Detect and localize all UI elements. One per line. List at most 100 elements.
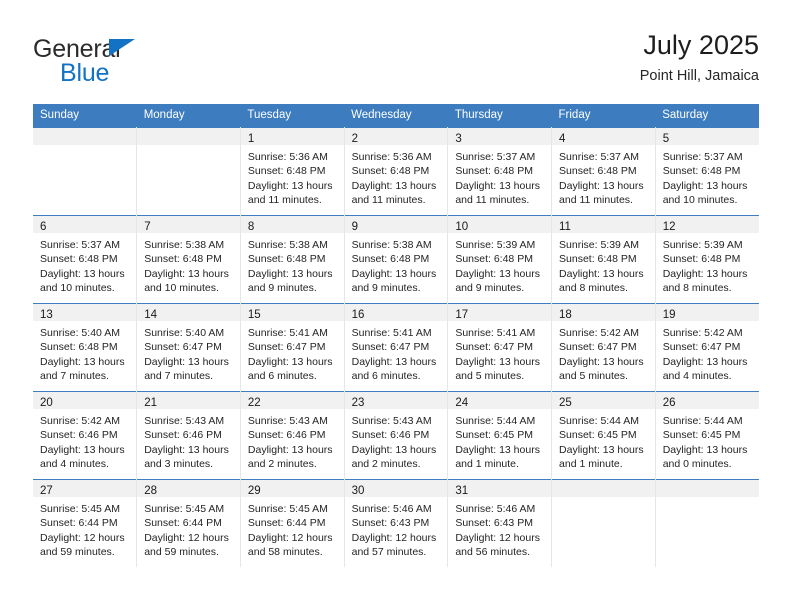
- calendar-day-cell[interactable]: 29 Sunrise: 5:45 AM Sunset: 6:44 PM Dayligh…: [240, 479, 345, 567]
- calendar-day-cell[interactable]: 31 Sunrise: 5:46 AM Sunset: 6:43 PM Dayligh…: [447, 479, 553, 567]
- calendar-day-cell[interactable]: 22 Sunrise: 5:43 AM Sunset: 6:46 PM Dayligh…: [240, 391, 345, 480]
- calendar-day-cell[interactable]: 26 Sunrise: 5:44 AM Sunset: 6:45 PM Dayligh…: [655, 391, 759, 480]
- calendar-day-cell[interactable]: 9 Sunrise: 5:38 AM Sunset: 6:48 PM Daylight…: [344, 215, 449, 304]
- daylight-text-line1: Daylight: 13 hours: [455, 355, 540, 368]
- calendar-day-cell[interactable]: 2 Sunrise: 5:36 AM Sunset: 6:48 PM Daylight…: [344, 127, 449, 216]
- day-number-band: 12: [655, 216, 759, 233]
- calendar-head: Sunday Monday Tuesday Wednesday Thursday Frid…: [33, 104, 759, 128]
- calendar-day-cell[interactable]: 5 Sunrise: 5:37 AM Sunset: 6:48 PM Daylight…: [655, 127, 759, 216]
- daylight-text-line2: and 0 minutes.: [662, 458, 732, 471]
- daylight-text-line2: and 5 minutes.: [559, 370, 628, 383]
- daylight-text-line1: Daylight: 13 hours: [144, 355, 229, 368]
- daylight-text-line2: and 59 minutes.: [144, 546, 219, 559]
- calendar-day-cell[interactable]: 17 Sunrise: 5:41 AM Sunset: 6:47 PM Dayligh…: [447, 303, 553, 392]
- day-number-band: 5: [655, 128, 759, 145]
- calendar-body: 1 Sunrise: 5:36 AM Sunset: 6:48 PM Daylight…: [33, 127, 759, 567]
- day-cell-body: Sunrise: 5:45 AM Sunset: 6:44 PM Daylight:…: [137, 497, 240, 560]
- daylight-text-line1: Daylight: 13 hours: [455, 443, 540, 456]
- sunrise-text: Sunrise: 5:36 AM: [247, 151, 328, 163]
- calendar-day-cell[interactable]: 21 Sunrise: 5:43 AM Sunset: 6:46 PM Dayligh…: [136, 391, 241, 480]
- day-cell-body: Sunrise: 5:42 AM Sunset: 6:47 PM Daylight:…: [656, 321, 759, 384]
- daylight-text-line2: and 8 minutes.: [662, 282, 732, 295]
- sunrise-text: Sunrise: 5:37 AM: [662, 151, 743, 163]
- sunrise-text: Sunrise: 5:42 AM: [40, 415, 120, 427]
- daylight-text-line2: and 56 minutes.: [455, 546, 531, 559]
- calendar-day-cell[interactable]: 7 Sunrise: 5:38 AM Sunset: 6:48 PM Daylight…: [136, 215, 241, 304]
- sunset-text: Sunset: 6:48 PM: [559, 165, 637, 178]
- calendar-day-cell[interactable]: 28 Sunrise: 5:45 AM Sunset: 6:44 PM Dayligh…: [136, 479, 241, 567]
- day-number: 29: [247, 485, 261, 497]
- calendar-day-cell[interactable]: 11 Sunrise: 5:39 AM Sunset: 6:48 PM Dayligh…: [551, 215, 656, 304]
- day-number-band: 28: [137, 480, 240, 497]
- day-number-band: 24: [448, 392, 552, 409]
- day-number-band: [33, 128, 137, 145]
- calendar-container: Sunday Monday Tuesday Wednesday Thursday Frid…: [33, 104, 759, 567]
- calendar-day-cell[interactable]: 14 Sunrise: 5:40 AM Sunset: 6:47 PM Dayligh…: [136, 303, 241, 392]
- day-number-band: 17: [448, 304, 552, 321]
- daylight-text-line2: and 57 minutes.: [351, 546, 427, 559]
- day-number: 25: [559, 397, 572, 409]
- weekday-header-tuesday: Tuesday: [240, 104, 345, 128]
- calendar-day-cell[interactable]: 12 Sunrise: 5:39 AM Sunset: 6:48 PM Dayligh…: [655, 215, 759, 304]
- calendar-day-cell[interactable]: 23 Sunrise: 5:43 AM Sunset: 6:46 PM Dayligh…: [344, 391, 449, 480]
- day-number-band: 7: [137, 216, 240, 233]
- day-number: 8: [247, 221, 255, 233]
- daylight-text-line2: and 11 minutes.: [247, 194, 322, 207]
- calendar-day-cell[interactable]: 3 Sunrise: 5:37 AM Sunset: 6:48 PM Daylight…: [447, 127, 553, 216]
- day-cell-body: Sunrise: 5:46 AM Sunset: 6:43 PM Daylight:…: [448, 497, 551, 560]
- calendar-day-cell[interactable]: 30 Sunrise: 5:46 AM Sunset: 6:43 PM Dayligh…: [344, 479, 449, 567]
- calendar-day-cell[interactable]: 8 Sunrise: 5:38 AM Sunset: 6:48 PM Daylight…: [240, 215, 345, 304]
- sunrise-text: Sunrise: 5:41 AM: [247, 327, 328, 339]
- sunrise-text: Sunrise: 5:38 AM: [144, 239, 225, 251]
- day-number-band: 9: [344, 216, 448, 233]
- calendar-day-cell[interactable]: 6 Sunrise: 5:37 AM Sunset: 6:48 PM Daylight…: [33, 215, 138, 304]
- day-cell-body: Sunrise: 5:41 AM Sunset: 6:47 PM Daylight:…: [241, 321, 344, 384]
- calendar-day-cell[interactable]: 16 Sunrise: 5:41 AM Sunset: 6:47 PM Dayligh…: [344, 303, 449, 392]
- day-number: 10: [455, 221, 469, 233]
- day-number: 19: [662, 309, 676, 321]
- day-number: 12: [662, 221, 676, 233]
- daylight-text-line1: Daylight: 13 hours: [144, 267, 229, 280]
- calendar-day-cell[interactable]: 18 Sunrise: 5:42 AM Sunset: 6:47 PM Dayligh…: [551, 303, 656, 392]
- day-number-band: 21: [137, 392, 240, 409]
- daylight-text-line2: and 4 minutes.: [662, 370, 732, 383]
- daylight-text-line2: and 9 minutes.: [247, 282, 317, 295]
- blue-triangle-icon: [109, 39, 135, 56]
- calendar-day-cell[interactable]: 27 Sunrise: 5:45 AM Sunset: 6:44 PM Dayligh…: [33, 479, 138, 567]
- day-number: 16: [351, 309, 365, 321]
- logo-text-general: General: [33, 35, 121, 63]
- sunrise-text: Sunrise: 5:39 AM: [455, 239, 536, 251]
- day-number-band: [552, 480, 655, 497]
- sunset-text: Sunset: 6:45 PM: [662, 429, 741, 442]
- day-number: 5: [662, 133, 670, 145]
- calendar-day-cell[interactable]: 1 Sunrise: 5:36 AM Sunset: 6:48 PM Daylight…: [240, 127, 345, 216]
- calendar-day-cell[interactable]: 24 Sunrise: 5:44 AM Sunset: 6:45 PM Dayligh…: [447, 391, 553, 480]
- calendar-day-cell[interactable]: 10 Sunrise: 5:39 AM Sunset: 6:48 PM Dayligh…: [447, 215, 553, 304]
- sunset-text: Sunset: 6:48 PM: [455, 253, 533, 266]
- weekday-header-thursday: Thursday: [447, 104, 552, 128]
- sunset-text: Sunset: 6:44 PM: [247, 517, 326, 530]
- calendar-day-cell[interactable]: 15 Sunrise: 5:41 AM Sunset: 6:47 PM Dayligh…: [240, 303, 345, 392]
- day-number: 7: [144, 221, 151, 233]
- day-cell-body: Sunrise: 5:36 AM Sunset: 6:48 PM Daylight:…: [241, 145, 344, 208]
- logo-text-blue: Blue: [60, 59, 110, 87]
- sunset-text: Sunset: 6:47 PM: [144, 341, 222, 354]
- title-block: July 2025 Point Hill, Jamaica: [640, 28, 759, 86]
- calendar-day-cell[interactable]: 19 Sunrise: 5:42 AM Sunset: 6:47 PM Dayligh…: [655, 303, 759, 392]
- day-number-band: [137, 128, 240, 145]
- daylight-text-line1: Daylight: 13 hours: [559, 179, 644, 192]
- sunrise-text: Sunrise: 5:37 AM: [559, 151, 639, 163]
- daylight-text-line1: Daylight: 12 hours: [144, 531, 229, 544]
- day-cell-body: Sunrise: 5:46 AM Sunset: 6:43 PM Daylight:…: [345, 497, 448, 560]
- calendar-day-cell[interactable]: 13 Sunrise: 5:40 AM Sunset: 6:48 PM Dayligh…: [33, 303, 138, 392]
- daylight-text-line1: Daylight: 13 hours: [559, 267, 644, 280]
- general-blue-logo[interactable]: General Blue: [33, 36, 263, 90]
- daylight-text-line1: Daylight: 13 hours: [662, 443, 748, 456]
- daylight-text-line1: Daylight: 12 hours: [351, 531, 437, 544]
- calendar-day-cell[interactable]: 4 Sunrise: 5:37 AM Sunset: 6:48 PM Daylight…: [551, 127, 656, 216]
- calendar-day-cell[interactable]: 25 Sunrise: 5:44 AM Sunset: 6:45 PM Dayligh…: [551, 391, 656, 480]
- calendar-day-cell[interactable]: 20 Sunrise: 5:42 AM Sunset: 6:46 PM Dayligh…: [33, 391, 138, 480]
- day-number-band: 3: [448, 128, 552, 145]
- day-number: 11: [559, 221, 571, 233]
- day-cell-body: Sunrise: 5:40 AM Sunset: 6:48 PM Daylight:…: [33, 321, 136, 384]
